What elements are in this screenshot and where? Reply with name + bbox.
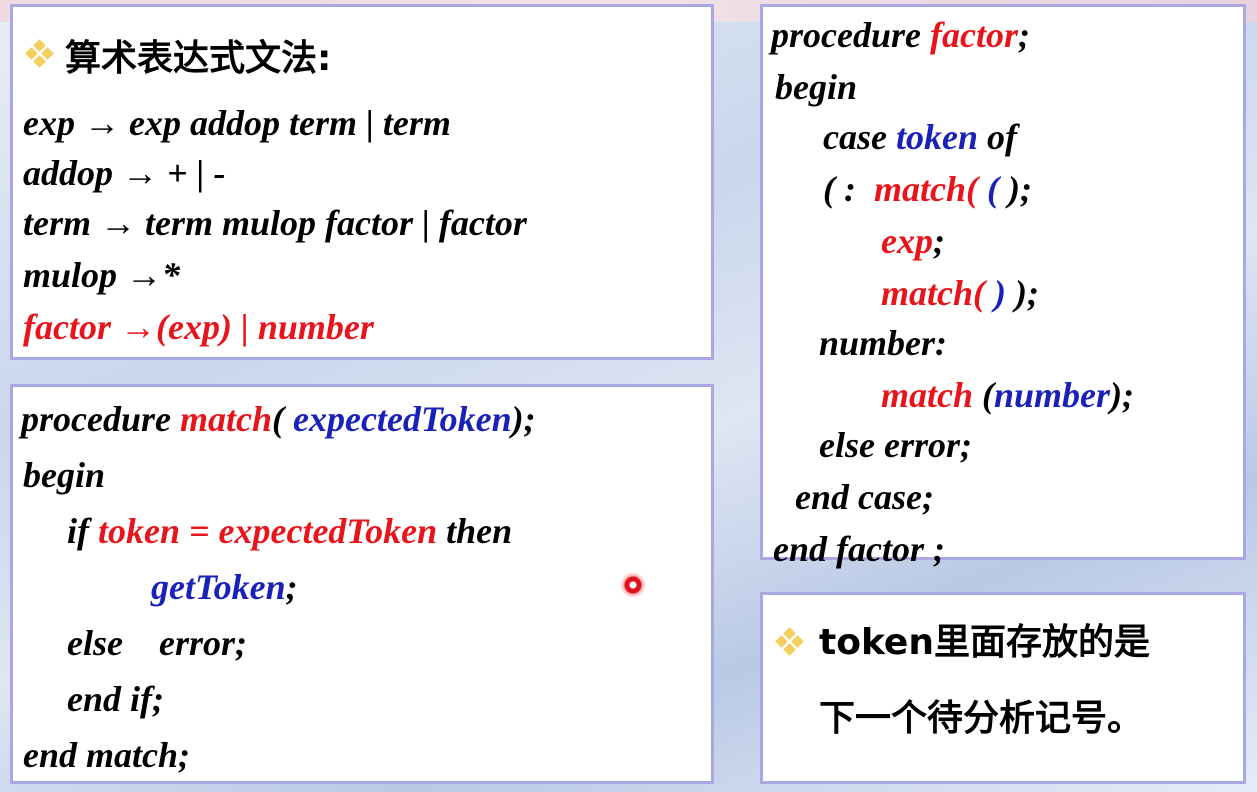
case-token: token <box>895 117 978 157</box>
factor-case-line: case token of <box>823 119 1017 155</box>
pointer-cursor-icon <box>620 572 646 598</box>
semicolon: ; <box>1017 15 1030 55</box>
factor-number-case-line: number: <box>819 323 948 363</box>
grammar-panel: 算术表达式文法: exp → exp addop term | term add… <box>10 4 714 360</box>
call-match: match <box>881 273 974 313</box>
match-end-line: end match; <box>23 735 190 775</box>
grammar-rule-mulop: mulop →* <box>23 255 181 295</box>
if-condition: token = expectedToken <box>98 511 438 551</box>
paren-close: ); <box>1006 273 1039 313</box>
factor-procedure-panel: procedure factor; begin case token of ( … <box>760 4 1246 567</box>
match-procedure-panel: procedure match( expectedToken); begin i… <box>10 384 714 784</box>
keyword-of: of <box>977 117 1017 157</box>
match-begin: begin <box>23 455 106 495</box>
factor-match-close-line: match( ) ); <box>881 275 1039 311</box>
keyword-case: case <box>823 117 896 157</box>
match-arg-number: number <box>994 375 1111 415</box>
paren-close: ); <box>1110 375 1135 415</box>
match-else-line: else error; <box>67 623 247 663</box>
case-label-paren: ( : <box>823 169 874 209</box>
note-line-1: token里面存放的是 <box>819 622 1150 663</box>
paren-close: ); <box>511 399 536 439</box>
call-match: match <box>873 169 966 209</box>
bullet-diamond-icon <box>25 39 54 68</box>
paren-close: ); <box>999 169 1032 209</box>
paren-open: ( <box>272 399 293 439</box>
call-exp: exp <box>881 221 933 261</box>
bullet-diamond-icon <box>775 627 804 656</box>
factor-exp-line: exp; <box>881 223 945 259</box>
keyword-procedure: procedure <box>771 15 930 55</box>
factor-else-line: else error; <box>819 425 972 465</box>
grammar-rule-exp: exp → exp addop term | term <box>23 103 451 143</box>
factor-begin: begin <box>775 67 858 107</box>
semicolon: ; <box>285 567 298 607</box>
match-gettoken-line: getToken; <box>151 569 298 605</box>
proc-name-match: match <box>179 399 272 439</box>
call-gettoken: getToken <box>151 567 286 607</box>
match-endif-line: end if; <box>67 679 164 719</box>
factor-match-number-line: match (number); <box>881 377 1134 413</box>
paren-open: ( <box>973 375 995 415</box>
grammar-heading: 算术表达式文法: <box>65 38 332 79</box>
call-match: match <box>881 375 974 415</box>
paren-open: ( <box>966 169 987 209</box>
grammar-rule-term: term → term mulop factor | factor <box>23 203 527 243</box>
grammar-rule-factor: factor →(exp) | number <box>23 307 374 347</box>
match-signature-line: procedure match( expectedToken); <box>21 401 536 437</box>
keyword-then: then <box>437 511 513 551</box>
grammar-rule-addop: addop → + | - <box>23 153 226 193</box>
proc-name-factor: factor <box>929 15 1018 55</box>
semicolon: ; <box>932 221 945 261</box>
match-arg-open-paren: ( <box>987 169 999 209</box>
keyword-if: if <box>67 511 98 551</box>
keyword-procedure: procedure <box>21 399 180 439</box>
note-line-2: 下一个待分析记号。 <box>819 698 1144 739</box>
factor-endcase-line: end case; <box>795 477 934 517</box>
factor-end-line: end factor ; <box>773 529 945 569</box>
factor-paren-case-line: ( : match( ( ); <box>823 171 1032 207</box>
factor-signature-line: procedure factor; <box>771 17 1030 53</box>
paren-open: ( <box>973 273 995 313</box>
match-if-line: if token = expectedToken then <box>67 513 512 549</box>
note-panel: token里面存放的是 下一个待分析记号。 <box>760 592 1246 784</box>
match-arg-close-paren: ) <box>994 273 1007 313</box>
param-expected-token: expectedToken <box>293 399 512 439</box>
